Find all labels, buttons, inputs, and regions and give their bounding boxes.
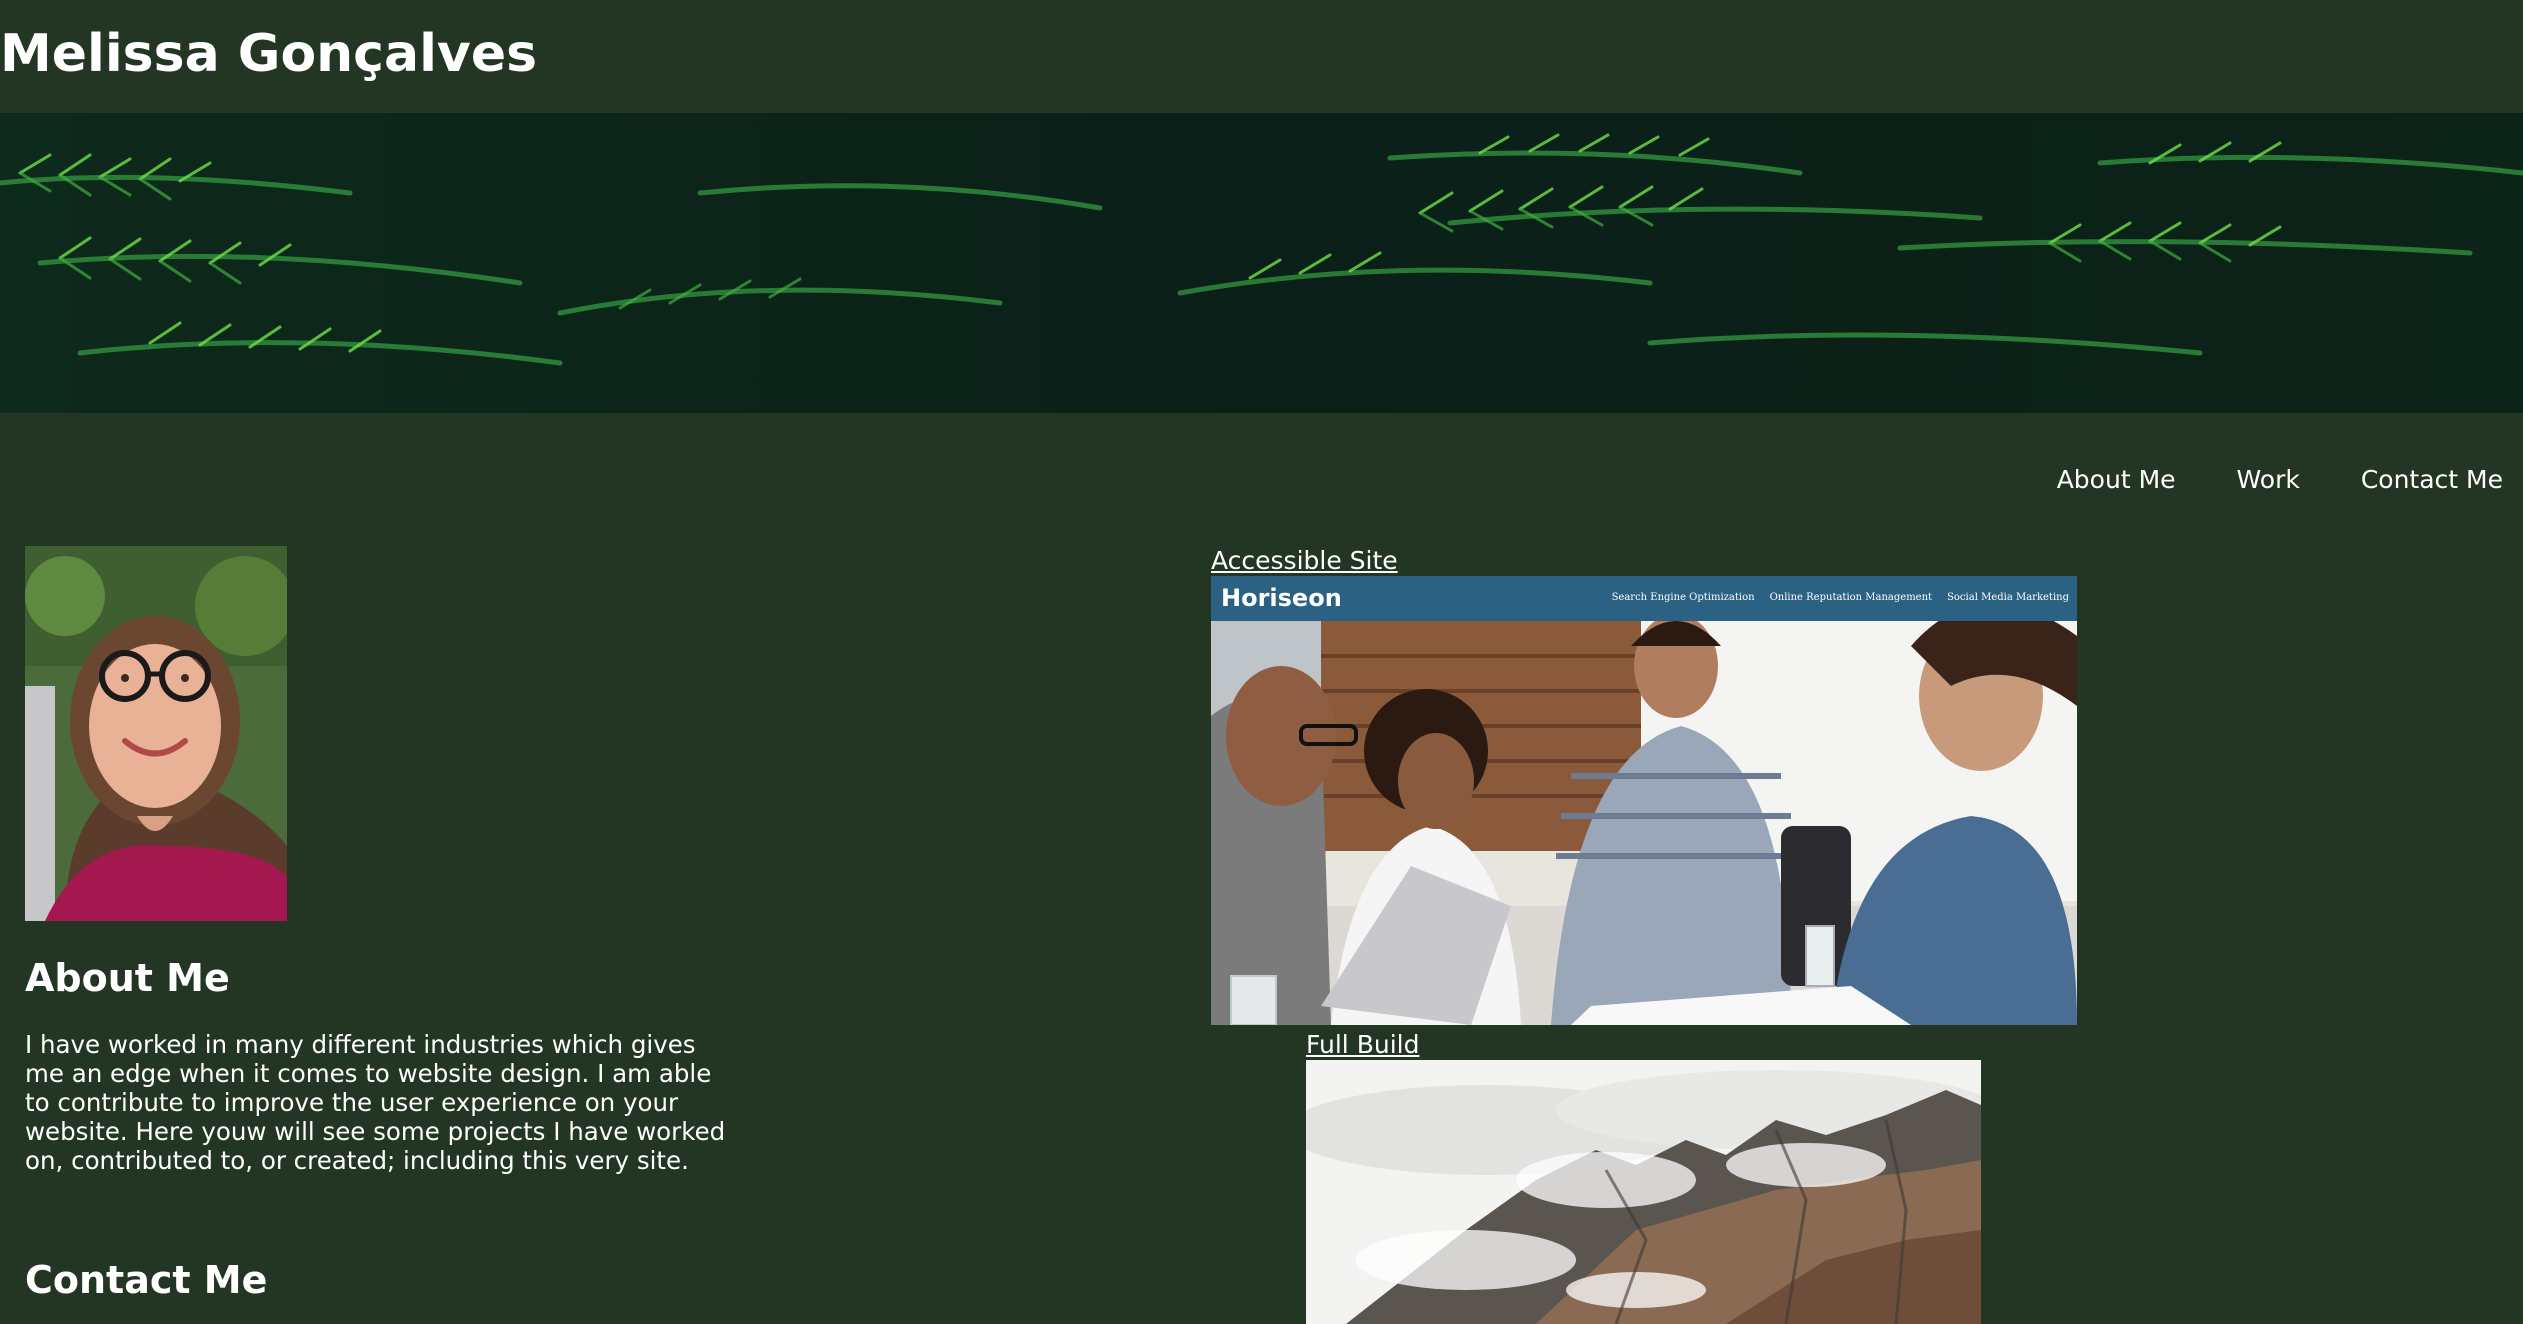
horiseon-logo: Horiseon	[1221, 584, 1342, 612]
accessible-site-preview-image[interactable]: Horiseon Search Engine Optimization Onli…	[1211, 576, 2077, 1025]
contact-me-heading: Contact Me	[25, 1258, 268, 1302]
about-me-heading: About Me	[25, 956, 230, 1000]
hero-banner-image	[0, 113, 2523, 413]
nav-contact-me-link[interactable]: Contact Me	[2361, 462, 2503, 498]
main-nav: About Me Work Contact Me	[2057, 462, 2503, 498]
site-header: Melissa Gonçalves	[0, 0, 2523, 113]
horiseon-nav-item: Online Reputation Management	[1769, 592, 1933, 603]
nav-about-me-link[interactable]: About Me	[2057, 462, 2176, 498]
site-name: Melissa Gonçalves	[0, 24, 538, 84]
horiseon-nav-item: Social Media Marketing	[1947, 592, 2069, 603]
profile-photo	[25, 546, 287, 921]
about-me-text: I have worked in many different industri…	[25, 1030, 726, 1175]
horiseon-nav: Search Engine Optimization Online Reputa…	[1612, 590, 2069, 606]
accessible-site-link[interactable]: Accessible Site	[1211, 545, 1398, 577]
nav-work-link[interactable]: Work	[2237, 462, 2300, 498]
horiseon-nav-item: Search Engine Optimization	[1611, 592, 1755, 603]
full-build-preview-image[interactable]	[1306, 1060, 1981, 1324]
horiseon-header-bar: Horiseon Search Engine Optimization Onli…	[1211, 576, 2077, 621]
full-build-link[interactable]: Full Build	[1306, 1029, 1419, 1061]
